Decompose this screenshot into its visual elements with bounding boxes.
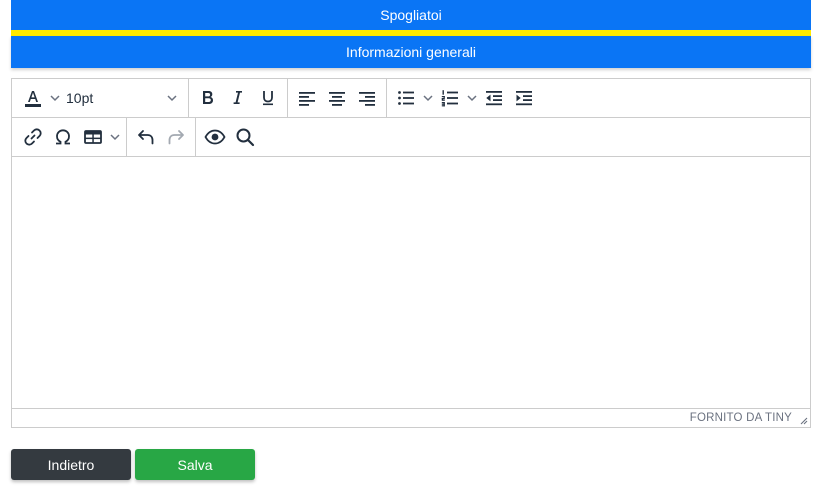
underline-button[interactable] (253, 83, 283, 113)
chevron-down-icon (50, 95, 60, 102)
editor-statusbar: FORNITO DA TINY (12, 408, 810, 427)
redo-button[interactable] (161, 122, 191, 152)
list-group (387, 79, 543, 117)
search-replace-button[interactable] (230, 122, 260, 152)
link-icon (24, 128, 42, 146)
text-color-icon (25, 91, 41, 107)
chevron-down-icon (167, 95, 177, 102)
special-char-button[interactable] (48, 122, 78, 152)
indent-icon (516, 91, 532, 106)
editor-content-area[interactable] (12, 158, 810, 409)
format-group (189, 79, 288, 117)
bullet-list-button[interactable] (391, 83, 421, 113)
text-color-button[interactable] (18, 83, 48, 113)
table-button[interactable] (78, 122, 108, 152)
section-header[interactable]: Informazioni generali (11, 36, 811, 68)
preview-button[interactable] (200, 122, 230, 152)
align-right-button[interactable] (352, 83, 382, 113)
page-title-bar: Spogliatoi (11, 0, 811, 30)
outdent-button[interactable] (479, 83, 509, 113)
history-group (127, 118, 196, 156)
outdent-icon (486, 91, 502, 106)
branding-link[interactable]: FORNITO DA TINY (690, 412, 792, 424)
align-left-button[interactable] (292, 83, 322, 113)
bullet-list-dropdown[interactable] (421, 92, 435, 104)
link-button[interactable] (18, 122, 48, 152)
align-center-icon (329, 92, 345, 106)
align-left-icon (299, 92, 315, 106)
font-size-value: 10pt (66, 90, 94, 106)
text-color-dropdown[interactable] (48, 92, 62, 104)
chevron-down-icon (467, 95, 477, 102)
table-icon (84, 130, 102, 144)
font-group: 10pt (14, 79, 189, 117)
back-button[interactable]: Indietro (11, 449, 131, 480)
toolbar-row-2 (12, 118, 810, 157)
search-icon (236, 128, 255, 147)
italic-button[interactable] (223, 83, 253, 113)
italic-icon (233, 91, 242, 104)
toolbar-row-1: 10pt (12, 79, 810, 118)
bullet-list-icon (398, 91, 414, 105)
numbered-list-dropdown[interactable] (465, 92, 479, 104)
numbered-list-icon (441, 90, 458, 107)
chevron-down-icon (423, 95, 433, 102)
chevron-down-icon (110, 134, 120, 141)
numbered-list-button[interactable] (435, 83, 465, 113)
rich-text-editor: 10pt FORNITO DA TINY (11, 78, 811, 428)
page-title: Spogliatoi (380, 7, 442, 23)
bold-icon (203, 91, 213, 104)
undo-button[interactable] (131, 122, 161, 152)
align-right-icon (359, 92, 375, 106)
indent-button[interactable] (509, 83, 539, 113)
align-group (288, 79, 387, 117)
view-group (196, 118, 264, 156)
insert-group (14, 118, 127, 156)
preview-eye-icon (204, 129, 226, 145)
resize-handle-icon[interactable] (798, 415, 808, 425)
redo-icon (168, 130, 184, 145)
bold-button[interactable] (193, 83, 223, 113)
undo-icon (138, 130, 154, 145)
save-button[interactable]: Salva (135, 449, 255, 480)
omega-icon (56, 129, 70, 145)
align-center-button[interactable] (322, 83, 352, 113)
underline-icon (263, 91, 273, 106)
section-title: Informazioni generali (346, 44, 476, 60)
font-size-select[interactable]: 10pt (62, 83, 184, 113)
table-dropdown[interactable] (108, 131, 122, 143)
